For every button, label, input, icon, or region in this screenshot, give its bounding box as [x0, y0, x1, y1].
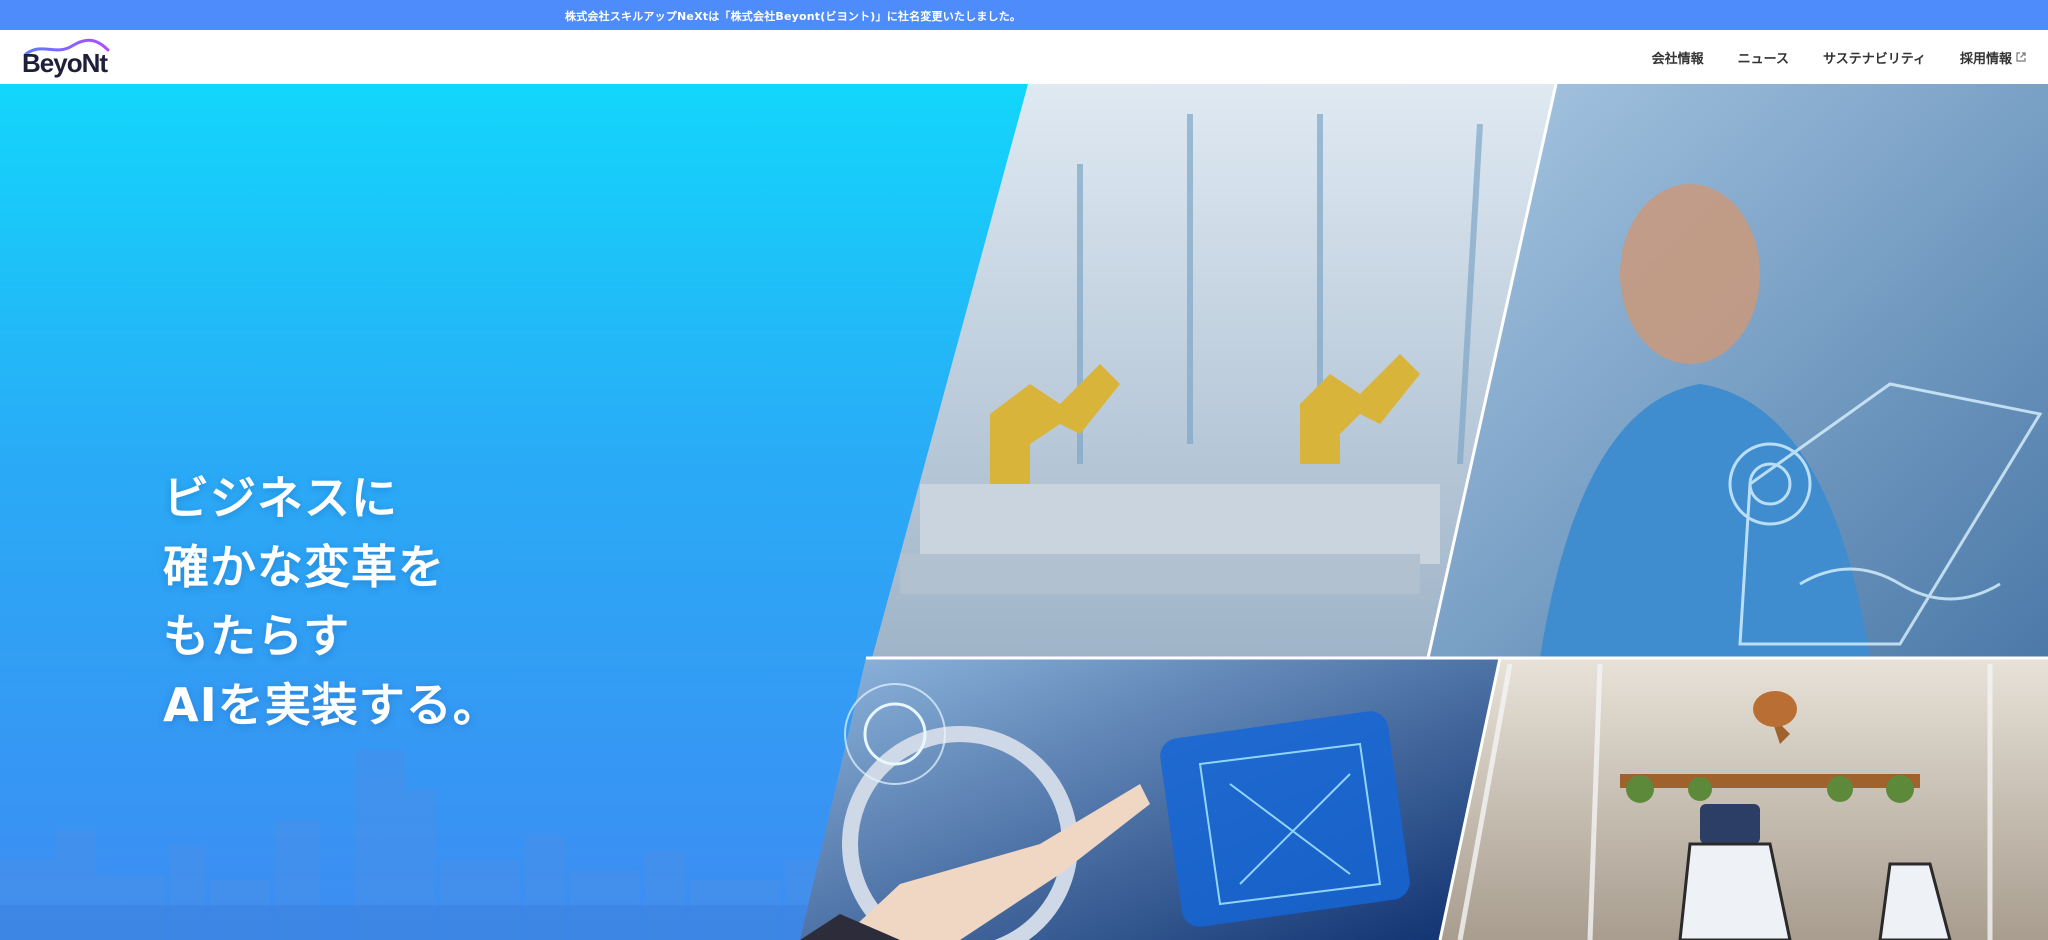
- car-dashboard-image: [800, 658, 1500, 940]
- nav-item-label: 会社情報: [1651, 51, 1704, 67]
- nav-item-sustainability[interactable]: サステナビリティ: [1823, 48, 1926, 67]
- site-header: BeyoNt 会社情報 ニュース サステナビリティ 採用情報: [0, 30, 2048, 85]
- announcement-bar: 株式会社スキルアップNeXtは「株式会社Beyont(ビヨント)」に社名変更いた…: [0, 0, 2048, 30]
- nav-item-label: ニュース: [1737, 51, 1790, 67]
- headline-line-1: ビジネスに: [163, 471, 398, 525]
- nav-item-company[interactable]: 会社情報: [1652, 48, 1704, 67]
- announcement-text[interactable]: 株式会社スキルアップNeXtは「株式会社Beyont(ビヨント)」に社名変更いた…: [565, 8, 1021, 24]
- headline-line-4: AIを実装する。: [163, 678, 500, 732]
- nav-item-news[interactable]: ニュース: [1738, 48, 1789, 67]
- nav-item-label: 採用情報: [1959, 51, 2012, 67]
- hero-section: ビジネスに 確かな変革を もたらす AIを実装する。: [0, 84, 2048, 940]
- headline-line-3: もたらす: [163, 609, 351, 663]
- nav-item-label: サステナビリティ: [1823, 51, 1926, 67]
- site-logo[interactable]: BeyoNt: [22, 38, 112, 78]
- headline-line-2: 確かな変革を: [163, 540, 445, 594]
- main-nav: 会社情報 ニュース サステナビリティ 採用情報: [1618, 30, 2026, 84]
- nav-item-recruit[interactable]: 採用情報: [1960, 48, 2026, 67]
- shop-robot-image: [1440, 658, 2048, 940]
- external-link-icon: [2016, 52, 2026, 62]
- logo-text: BeyoNt: [22, 48, 108, 78]
- hero-headline: ビジネスに 確かな変革を もたらす AIを実装する。: [163, 464, 500, 740]
